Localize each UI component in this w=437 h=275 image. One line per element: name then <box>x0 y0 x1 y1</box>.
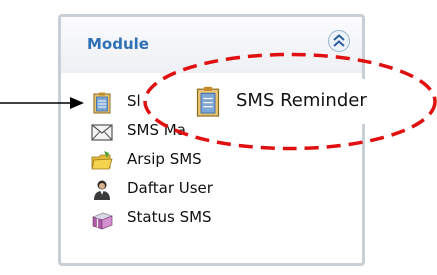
menu-item-label: Sl <box>127 92 141 110</box>
menu-item-status-sms[interactable]: Status SMS <box>90 207 350 231</box>
pointer-arrow <box>0 97 84 109</box>
menu-item-label: Status SMS <box>127 208 212 226</box>
gift-box-icon <box>92 212 113 230</box>
folder-icon <box>91 151 113 170</box>
collapse-button[interactable] <box>328 30 350 52</box>
menu-item-label: Daftar User <box>127 179 213 197</box>
chevron-up-double-icon <box>333 34 345 47</box>
envelope-icon <box>91 124 113 141</box>
calendar-icon <box>93 92 111 114</box>
menu-item-daftar-user[interactable]: Daftar User <box>90 178 350 202</box>
user-icon <box>94 180 110 200</box>
highlight-ellipse <box>143 52 437 151</box>
